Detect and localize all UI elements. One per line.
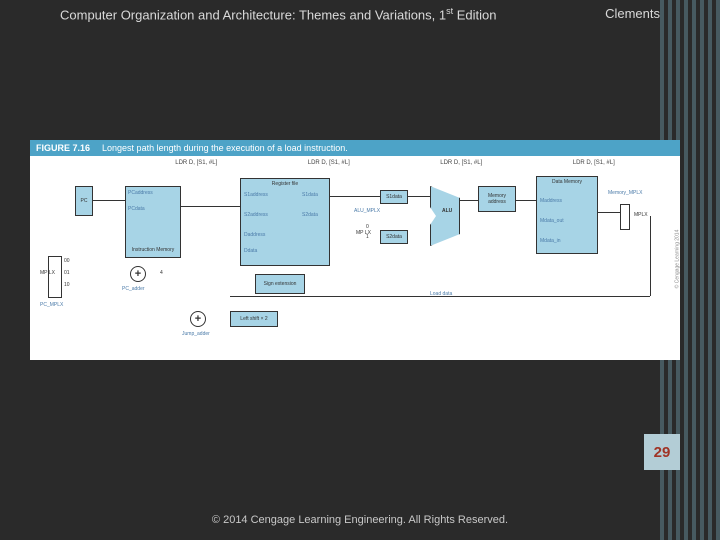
left-shift-block: Left shift × 2 [230,311,278,327]
instruction-memory-label: Instruction Memory [132,247,175,253]
author-name: Clements [605,6,660,22]
s2-address-label: S2address [244,212,268,218]
figure-container: FIGURE 7.16 Longest path length during t… [30,140,680,360]
memory-mux [620,204,630,230]
s1-address-label: S1address [244,192,268,198]
wire [408,196,430,197]
page-number: 29 [644,434,680,470]
book-title: Computer Organization and Architecture: … [60,6,497,22]
wire [93,200,125,201]
instr-label: LDR D, [S1, #L] [308,160,350,166]
sign-extension-block: Sign extension [255,274,305,294]
alu-mplx-label: ALU_MPLX [354,208,380,214]
wire [181,206,240,207]
wire [330,196,380,197]
pc-block: PC [75,186,93,216]
d-address-label: Daddress [244,232,265,238]
pc-mux [48,256,62,298]
jump-adder-label: Jump_adder [182,331,210,337]
mplx-label: MP LX [40,270,55,276]
alu-label: ALU [442,208,452,214]
alu-block [430,186,460,246]
m-data-in-label: Mdata_in [540,238,561,244]
figure-number: FIGURE 7.16 [36,143,90,153]
figure-copyright: © Cengage Learning 2014 [675,230,681,289]
mux-01: 01 [64,270,70,276]
s1-data-label: S1data [302,192,318,198]
pc-address-label: PCaddress [128,190,153,196]
d-data-label: Ddata [244,248,257,254]
mplx-small-1: MP LX [356,230,371,236]
instruction-labels: LDR D, [S1, #L] LDR D, [S1, #L] LDR D, [… [130,160,660,166]
wire [650,216,651,296]
s2-data-label: S2data [302,212,318,218]
mux-00: 00 [64,258,70,264]
m-address-label: Maddress [540,198,562,204]
mux-10: 10 [64,282,70,288]
figure-header: FIGURE 7.16 Longest path length during t… [30,140,680,156]
wire [230,296,650,297]
m-data-out-label: Mdata_out [540,218,564,224]
memory-mplx-label: Memory_MPLX [608,190,642,196]
memory-address-box: Memory address [478,186,516,212]
figure-caption: Longest path length during the execution… [102,143,348,153]
footer-copyright: © 2014 Cengage Learning Engineering. All… [0,514,720,526]
jump-adder-icon: + [190,311,206,327]
mplx-small-2: MPLX [634,212,648,218]
register-file-label: Register file [272,181,298,187]
wire [460,200,478,201]
s2-box: S2data [380,230,408,244]
four-label: 4 [160,270,163,276]
wire [598,212,620,213]
instr-label: LDR D, [S1, #L] [573,160,615,166]
data-memory-label: Data Memory [552,179,582,185]
pc-adder-label: PC_adder [122,286,145,292]
slide-header: Computer Organization and Architecture: … [60,6,660,22]
instr-label: LDR D, [S1, #L] [175,160,217,166]
s1-box: S1data [380,190,408,204]
pc-adder-icon: + [130,266,146,282]
datapath-diagram: LDR D, [S1, #L] LDR D, [S1, #L] LDR D, [… [30,156,680,356]
pc-data-label: PCdata [128,206,145,212]
wire [516,200,536,201]
pc-mplx-label: PC_MPLX [40,302,63,308]
instr-label: LDR D, [S1, #L] [440,160,482,166]
instruction-memory-block: Instruction Memory [125,186,181,258]
